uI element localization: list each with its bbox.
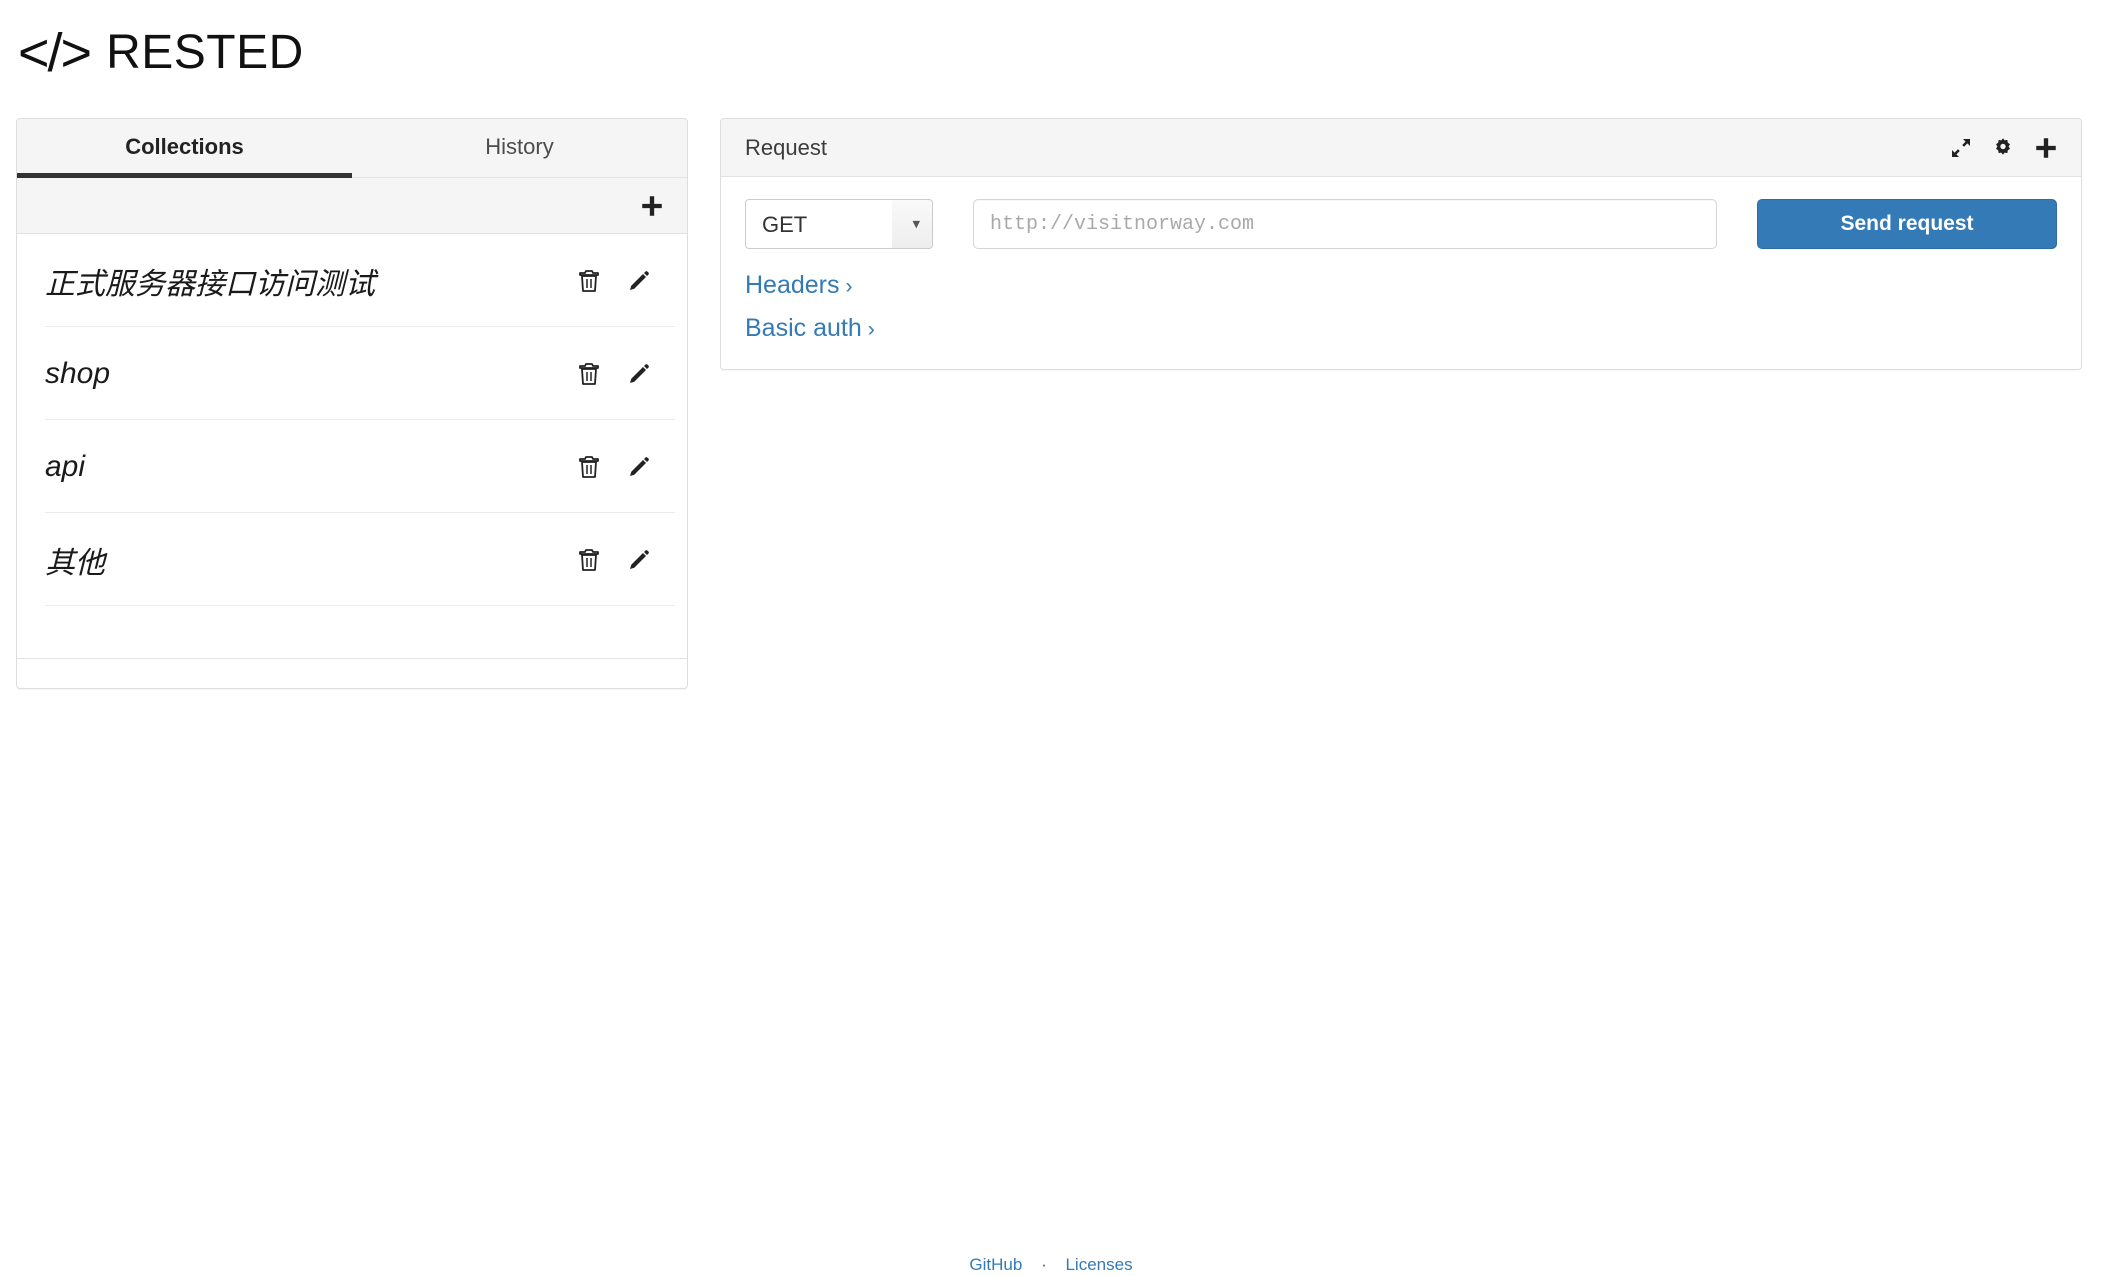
code-brackets-icon: </> [18, 23, 92, 83]
method-select-wrapper: GET POST PUT PATCH DELETE HEAD OPTIONS ▾ [745, 199, 933, 249]
plus-icon [2036, 137, 2056, 158]
basic-auth-toggle[interactable]: Basic auth › [745, 314, 875, 343]
footer-separator: · [1041, 1255, 1047, 1274]
main-layout: Collections History 正式服务器接口访问测试 shop api… [0, 118, 2102, 689]
github-link[interactable]: GitHub [969, 1255, 1022, 1274]
delete-collection-button[interactable] [577, 455, 601, 479]
delete-collection-button[interactable] [577, 548, 601, 572]
request-url-row: GET POST PUT PATCH DELETE HEAD OPTIONS ▾… [745, 199, 2057, 249]
chevron-right-icon: › [867, 318, 875, 341]
trash-icon [579, 548, 599, 571]
tab-collections[interactable]: Collections [17, 119, 352, 178]
request-panel: Request GET ▾ http://visitnorway.com Sen… [720, 118, 2082, 370]
trash-icon [579, 362, 599, 385]
delete-collection-button[interactable] [577, 362, 601, 386]
row-actions [577, 269, 665, 293]
collections-toolbar [17, 178, 687, 234]
request-panel-header: Request [721, 119, 2081, 177]
request-settings-button[interactable] [1991, 136, 2015, 160]
edit-collection-button[interactable] [627, 362, 651, 386]
pencil-icon [630, 270, 649, 290]
method-select[interactable]: GET POST PUT PATCH DELETE HEAD OPTIONS [745, 199, 933, 249]
basic-auth-toggle-label: Basic auth [745, 314, 862, 342]
gear-icon [1996, 137, 2010, 155]
row-actions [577, 455, 665, 479]
url-input[interactable] [973, 199, 1717, 249]
trash-icon [579, 455, 599, 478]
collection-name: 正式服务器接口访问测试 [45, 267, 375, 301]
add-request-button[interactable] [2033, 135, 2059, 161]
add-collection-button[interactable] [639, 193, 665, 219]
page-footer: GitHub · Licenses [0, 1255, 2102, 1275]
trash-icon [579, 269, 599, 292]
expand-icon [1952, 138, 1970, 157]
list-item[interactable]: api [17, 420, 687, 513]
app-header: </> RESTED [0, 0, 2102, 118]
licenses-link[interactable]: Licenses [1065, 1255, 1132, 1274]
chevron-right-icon: › [845, 275, 853, 298]
collection-name: 其他 [45, 546, 105, 580]
row-actions [577, 362, 665, 386]
app-title: RESTED [106, 26, 304, 79]
request-panel-title: Request [745, 134, 827, 160]
delete-collection-button[interactable] [577, 269, 601, 293]
list-item[interactable]: shop [17, 327, 687, 420]
collection-name: shop [45, 356, 111, 390]
app-logo: </> RESTED [18, 26, 2102, 80]
request-body: GET POST PUT PATCH DELETE HEAD OPTIONS ▾… [721, 177, 2081, 369]
sidebar-panel: Collections History 正式服务器接口访问测试 shop api… [16, 118, 688, 689]
pencil-icon [630, 549, 649, 569]
list-item[interactable]: 其他 [17, 513, 687, 606]
headers-toggle[interactable]: Headers › [745, 271, 853, 300]
edit-collection-button[interactable] [627, 455, 651, 479]
sidebar-panel-footer [17, 658, 687, 688]
send-request-button[interactable]: Send request [1757, 199, 2057, 249]
headers-toggle-label: Headers [745, 271, 840, 299]
sidebar-tabs: Collections History [17, 119, 687, 178]
plus-icon [642, 195, 662, 216]
pencil-icon [630, 363, 649, 383]
request-sections: Headers › Basic auth › [745, 271, 2057, 343]
pencil-icon [630, 456, 649, 476]
expand-request-button[interactable] [1949, 136, 1973, 160]
edit-collection-button[interactable] [627, 269, 651, 293]
row-actions [577, 548, 665, 572]
collection-list: 正式服务器接口访问测试 shop api 其他 [17, 234, 687, 658]
edit-collection-button[interactable] [627, 548, 651, 572]
tab-history[interactable]: History [352, 119, 687, 177]
collection-name: api [45, 449, 86, 483]
list-item[interactable]: 正式服务器接口访问测试 [17, 234, 687, 327]
